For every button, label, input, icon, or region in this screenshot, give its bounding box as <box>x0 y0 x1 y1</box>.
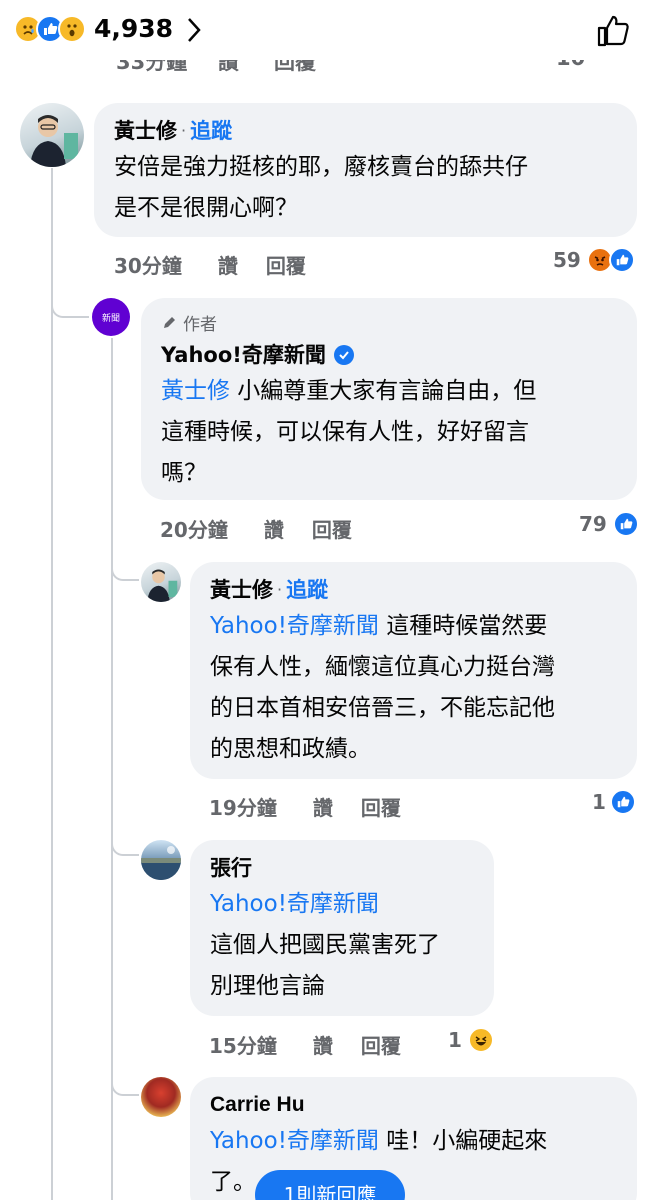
comment-reactions[interactable]: 1 <box>592 789 636 815</box>
like-outline-icon[interactable] <box>596 14 630 52</box>
like-icon <box>608 247 635 273</box>
avatar[interactable] <box>141 1077 181 1117</box>
reply-button[interactable]: 回覆 <box>266 250 306 279</box>
mention-link[interactable]: 黃士修 <box>161 378 230 404</box>
haha-icon <box>467 1027 494 1053</box>
comment-text-line: 哇！小編硬起來 <box>378 1128 548 1154</box>
comment-reactions[interactable]: 59 <box>553 247 635 273</box>
like-button[interactable]: 讚 <box>313 792 333 821</box>
chevron-right-icon[interactable] <box>186 16 202 48</box>
comment-text-line: 這個人把國民黨害死了 <box>210 932 440 958</box>
comment-bubble: Carrie Hu Yahoo!奇摩新聞 哇！小編硬起來 了。 <box>190 1077 637 1200</box>
separator-dot: · <box>277 580 283 599</box>
reaction-count: 59 <box>553 248 581 272</box>
thread-branch <box>111 820 139 856</box>
wow-icon <box>58 14 86 43</box>
comment-bubble: 張行 Yahoo!奇摩新聞 這個人把國民黨害死了 別理他言論 <box>190 840 494 1016</box>
thread-branch <box>111 1060 139 1096</box>
comment-text-line: 別理他言論 <box>210 973 325 999</box>
comment-text-line: 這種時候當然要 <box>378 613 548 639</box>
author-tag-label: 作者 <box>183 315 217 335</box>
comment-time: 19分鐘 <box>209 796 277 820</box>
comment-text-line: 的思想和政績。 <box>210 736 371 762</box>
reply-button[interactable]: 回覆 <box>361 792 401 821</box>
previous-like-button[interactable]: 讚 <box>218 58 239 76</box>
comment-text-line: 這種時候，可以保有人性，好好留言 <box>161 419 529 445</box>
comment-author[interactable]: Yahoo!奇摩新聞 <box>161 341 326 369</box>
previous-comment-time: 33分鐘 <box>116 58 188 74</box>
previous-comment-meta: 33分鐘 讚 回覆 10 <box>0 58 657 80</box>
comment-author[interactable]: 黃士修 <box>210 576 273 604</box>
comment-time: 15分鐘 <box>209 1034 277 1058</box>
follow-button[interactable]: 追蹤 <box>286 576 328 604</box>
comment-text-line: 安倍是強力挺核的耶，廢核賣台的舔共仔 <box>114 154 528 180</box>
comment-text-line: 的日本首相安倍晉三，不能忘記他 <box>210 695 555 721</box>
pencil-icon <box>164 316 175 328</box>
comment-text: Yahoo!奇摩新聞 這個人把國民黨害死了 別理他言論 <box>210 884 474 1007</box>
thread-line <box>51 168 53 1200</box>
post-reactions-header: 4,938 <box>0 0 657 60</box>
reaction-count: 1 <box>592 790 606 814</box>
comment-text-line: 小編尊重大家有言論自由，但 <box>230 378 537 404</box>
comment-bubble: 黃士修 · 追蹤 Yahoo!奇摩新聞 這種時候當然要 保有人性，緬懷這位真心力… <box>190 562 637 779</box>
comment-time: 20分鐘 <box>160 518 228 542</box>
reaction-summary[interactable]: 4,938 <box>14 14 173 43</box>
avatar[interactable] <box>141 840 181 880</box>
author-tag: 作者 <box>161 310 617 335</box>
follow-button[interactable]: 追蹤 <box>190 117 232 145</box>
comment-text-line: 嗎？ <box>161 460 207 486</box>
reaction-count: 79 <box>579 512 607 536</box>
reaction-count: 1 <box>448 1028 462 1052</box>
comment-author[interactable]: Carrie Hu <box>210 1091 305 1119</box>
like-button[interactable]: 讚 <box>313 1030 333 1059</box>
comment-text: 黃士修 小編尊重大家有言論自由，但 這種時候，可以保有人性，好好留言 嗎？ <box>161 371 617 494</box>
comment-reactions[interactable]: 79 <box>579 511 639 537</box>
comment-bubble: 黃士修 · 追蹤 安倍是強力挺核的耶，廢核賣台的舔共仔 是不是很開心啊？ <box>94 103 637 237</box>
comment-author[interactable]: 張行 <box>210 854 252 882</box>
reply-button[interactable]: 回覆 <box>361 1030 401 1059</box>
comment-actions: 19分鐘 讚 回覆 <box>209 792 429 821</box>
comment-bubble: 作者 Yahoo!奇摩新聞 黃士修 小編尊重大家有言論自由，但 這種時候，可以保… <box>141 298 637 500</box>
new-replies-button[interactable]: 1則新回應 <box>255 1170 405 1200</box>
like-icon <box>612 511 639 537</box>
comment-time: 30分鐘 <box>114 254 182 278</box>
avatar[interactable] <box>20 103 84 167</box>
comment-actions: 30分鐘 讚 回覆 <box>114 250 334 279</box>
like-icon <box>609 789 636 815</box>
separator-dot: · <box>181 121 187 140</box>
reply-button[interactable]: 回覆 <box>312 514 352 543</box>
thread-branch <box>111 545 139 581</box>
comment-text-line: 是不是很開心啊？ <box>114 195 298 221</box>
comment-text-line: 保有人性，緬懷這位真心力挺台灣 <box>210 654 555 680</box>
mention-link[interactable]: Yahoo!奇摩新聞 <box>210 891 379 917</box>
comment-actions: 15分鐘 讚 回覆 <box>209 1030 429 1059</box>
comment-actions: 20分鐘 讚 回覆 <box>160 514 380 543</box>
mention-link[interactable]: Yahoo!奇摩新聞 <box>210 1128 379 1154</box>
comment-author[interactable]: 黃士修 <box>114 117 177 145</box>
comment-reactions[interactable]: 1 <box>448 1027 494 1053</box>
comment-text: 安倍是強力挺核的耶，廢核賣台的舔共仔 是不是很開心啊？ <box>114 147 617 229</box>
thread-branch <box>51 270 89 318</box>
avatar[interactable]: 新聞 <box>92 298 130 336</box>
comment-text: Yahoo!奇摩新聞 這種時候當然要 保有人性，緬懷這位真心力挺台灣 的日本首相… <box>210 606 617 770</box>
avatar[interactable] <box>141 562 181 602</box>
mention-link[interactable]: Yahoo!奇摩新聞 <box>210 613 379 639</box>
like-button[interactable]: 讚 <box>218 250 238 279</box>
like-button[interactable]: 讚 <box>264 514 284 543</box>
verified-badge-icon <box>333 345 354 365</box>
previous-reply-button[interactable]: 回覆 <box>274 58 316 76</box>
reaction-count: 4,938 <box>94 14 174 43</box>
avatar-label: 新聞 <box>101 313 120 324</box>
